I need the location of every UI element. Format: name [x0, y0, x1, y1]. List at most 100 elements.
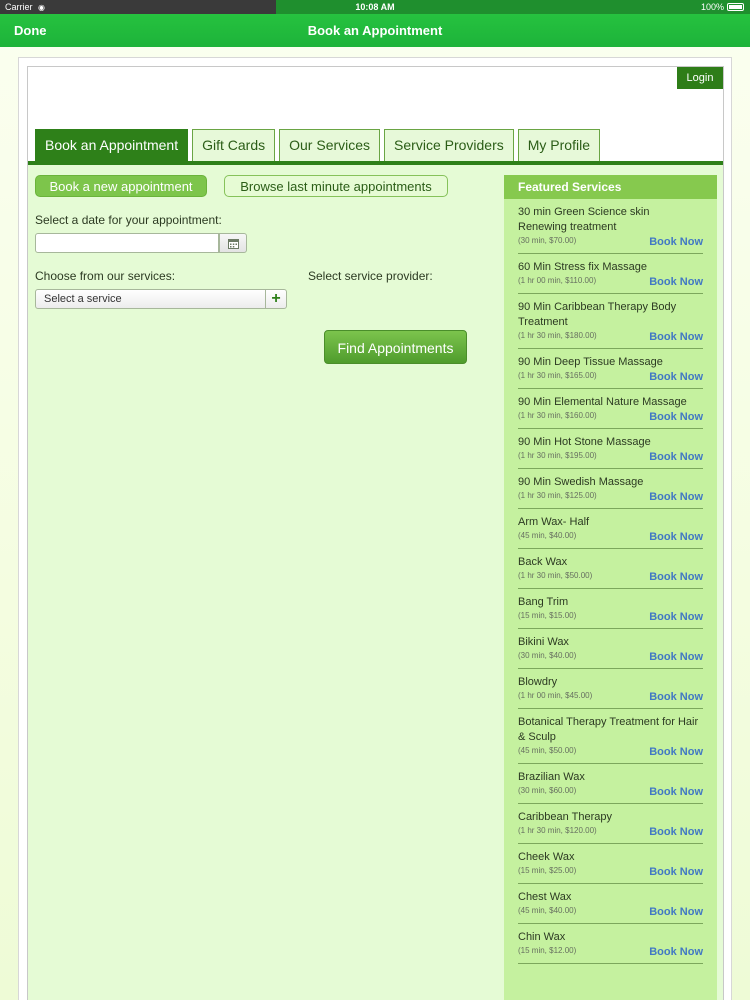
- book-new-appointment-button[interactable]: Book a new appointment: [35, 175, 207, 197]
- service-meta-row: (1 hr 00 min, $45.00) Book Now: [518, 690, 703, 704]
- tab-our-services[interactable]: Our Services: [279, 129, 381, 161]
- service-duration-price: (30 min, $60.00): [518, 786, 577, 795]
- book-now-link[interactable]: Book Now: [649, 865, 703, 879]
- service-meta-row: (30 min, $70.00) Book Now: [518, 235, 703, 249]
- service-name: Bikini Wax: [518, 636, 569, 648]
- book-now-link[interactable]: Book Now: [649, 275, 703, 289]
- service-meta-row: (1 hr 30 min, $160.00) Book Now: [518, 410, 703, 424]
- tab-bar: Book an Appointment Gift Cards Our Servi…: [35, 129, 600, 161]
- service-duration-price: (30 min, $40.00): [518, 651, 577, 660]
- service-duration-price: (1 hr 30 min, $195.00): [518, 451, 597, 460]
- list-item: Bikini Wax (30 min, $40.00) Book Now: [518, 629, 703, 669]
- booking-widget: Login Book an Appointment Gift Cards Our…: [27, 66, 724, 1000]
- tab-service-providers[interactable]: Service Providers: [384, 129, 514, 161]
- service-duration-price: (1 hr 30 min, $165.00): [518, 371, 597, 380]
- service-meta-row: (45 min, $50.00) Book Now: [518, 745, 703, 759]
- find-appointments-button[interactable]: Find Appointments: [324, 330, 467, 364]
- book-now-link[interactable]: Book Now: [649, 450, 703, 464]
- book-now-link[interactable]: Book Now: [649, 650, 703, 664]
- service-duration-price: (15 min, $15.00): [518, 611, 577, 620]
- tab-content: Book a new appointment Browse last minut…: [28, 165, 723, 1000]
- service-name: Chin Wax: [518, 931, 566, 943]
- service-name: Blowdry: [518, 676, 558, 688]
- book-now-link[interactable]: Book Now: [649, 330, 703, 344]
- service-meta-row: (45 min, $40.00) Book Now: [518, 530, 703, 544]
- service-name: 90 Min Swedish Massage: [518, 476, 644, 488]
- date-input[interactable]: [35, 233, 219, 253]
- service-name: Arm Wax- Half: [518, 516, 590, 528]
- book-now-link[interactable]: Book Now: [649, 945, 703, 959]
- service-name: 90 Min Deep Tissue Massage: [518, 356, 663, 368]
- service-name: Cheek Wax: [518, 851, 575, 863]
- service-duration-price: (1 hr 30 min, $180.00): [518, 331, 597, 340]
- browse-last-minute-button[interactable]: Browse last minute appointments: [224, 175, 448, 197]
- service-meta-row: (1 hr 30 min, $125.00) Book Now: [518, 490, 703, 504]
- service-meta-row: (30 min, $60.00) Book Now: [518, 785, 703, 799]
- book-now-link[interactable]: Book Now: [649, 490, 703, 504]
- list-item: Cheek Wax (15 min, $25.00) Book Now: [518, 844, 703, 884]
- book-now-link[interactable]: Book Now: [649, 905, 703, 919]
- service-duration-price: (1 hr 30 min, $50.00): [518, 571, 593, 580]
- book-now-link[interactable]: Book Now: [649, 825, 703, 839]
- service-meta-row: (15 min, $12.00) Book Now: [518, 945, 703, 959]
- list-item: Botanical Therapy Treatment for Hair & S…: [518, 709, 703, 764]
- service-duration-price: (45 min, $40.00): [518, 531, 577, 540]
- list-item: Blowdry (1 hr 00 min, $45.00) Book Now: [518, 669, 703, 709]
- book-now-link[interactable]: Book Now: [649, 410, 703, 424]
- plus-icon: +: [271, 290, 281, 307]
- service-meta-row: (1 hr 30 min, $120.00) Book Now: [518, 825, 703, 839]
- service-meta-row: (1 hr 30 min, $195.00) Book Now: [518, 450, 703, 464]
- book-now-link[interactable]: Book Now: [649, 570, 703, 584]
- provider-label: Select service provider:: [308, 269, 433, 283]
- list-item: 60 Min Stress fix Massage (1 hr 00 min, $…: [518, 254, 703, 294]
- list-item: 30 min Green Science skin Renewing treat…: [518, 199, 703, 254]
- service-name: 60 Min Stress fix Massage: [518, 261, 647, 273]
- book-now-link[interactable]: Book Now: [649, 235, 703, 249]
- service-duration-price: (15 min, $12.00): [518, 946, 577, 955]
- service-name: 30 min Green Science skin Renewing treat…: [518, 206, 650, 233]
- battery-percent: 100%: [700, 2, 724, 12]
- calendar-button[interactable]: [219, 233, 247, 253]
- service-duration-price: (1 hr 30 min, $125.00): [518, 491, 597, 500]
- service-meta-row: (15 min, $25.00) Book Now: [518, 865, 703, 879]
- service-meta-row: (45 min, $40.00) Book Now: [518, 905, 703, 919]
- list-item: 90 Min Hot Stone Massage (1 hr 30 min, $1…: [518, 429, 703, 469]
- list-item: 90 Min Swedish Massage (1 hr 30 min, $125…: [518, 469, 703, 509]
- service-duration-price: (1 hr 00 min, $110.00): [518, 276, 597, 285]
- tab-my-profile[interactable]: My Profile: [517, 129, 600, 161]
- service-duration-price: (30 min, $70.00): [518, 236, 577, 245]
- service-select[interactable]: Select a service: [35, 289, 266, 309]
- service-duration-price: (45 min, $50.00): [518, 746, 577, 755]
- service-duration-price: (1 hr 30 min, $160.00): [518, 411, 597, 420]
- book-now-link[interactable]: Book Now: [649, 745, 703, 759]
- book-now-link[interactable]: Book Now: [649, 370, 703, 384]
- service-name: Back Wax: [518, 556, 568, 568]
- service-meta-row: (1 hr 30 min, $180.00) Book Now: [518, 330, 703, 344]
- service-label: Choose from our services:: [35, 269, 176, 283]
- service-name: 90 Min Caribbean Therapy Body Treatment: [518, 301, 677, 328]
- service-meta-row: (30 min, $40.00) Book Now: [518, 650, 703, 664]
- login-button[interactable]: Login: [677, 67, 723, 89]
- status-battery-area: 100%: [701, 0, 744, 14]
- page-title: Book an Appointment: [307, 23, 443, 38]
- status-time: 10:08 AM: [355, 2, 395, 12]
- service-duration-price: (15 min, $25.00): [518, 866, 577, 875]
- list-item: 90 Min Caribbean Therapy Body Treatment (…: [518, 294, 703, 349]
- book-now-link[interactable]: Book Now: [649, 610, 703, 624]
- service-name: Chest Wax: [518, 891, 572, 903]
- service-meta-row: (1 hr 00 min, $110.00) Book Now: [518, 275, 703, 289]
- list-item: Back Wax (1 hr 30 min, $50.00) Book Now: [518, 549, 703, 589]
- add-service-button[interactable]: +: [265, 289, 287, 309]
- featured-services-title: Featured Services: [504, 175, 717, 199]
- done-button[interactable]: Done: [14, 14, 47, 47]
- service-name: Brazilian Wax: [518, 771, 585, 783]
- list-item: Arm Wax- Half (45 min, $40.00) Book Now: [518, 509, 703, 549]
- list-item: Caribbean Therapy (1 hr 30 min, $120.00) B…: [518, 804, 703, 844]
- tab-book-appointment[interactable]: Book an Appointment: [35, 129, 189, 161]
- service-meta-row: (15 min, $15.00) Book Now: [518, 610, 703, 624]
- list-item: Chin Wax (15 min, $12.00) Book Now: [518, 924, 703, 964]
- book-now-link[interactable]: Book Now: [649, 530, 703, 544]
- book-now-link[interactable]: Book Now: [649, 785, 703, 799]
- book-now-link[interactable]: Book Now: [649, 690, 703, 704]
- tab-gift-cards[interactable]: Gift Cards: [192, 129, 276, 161]
